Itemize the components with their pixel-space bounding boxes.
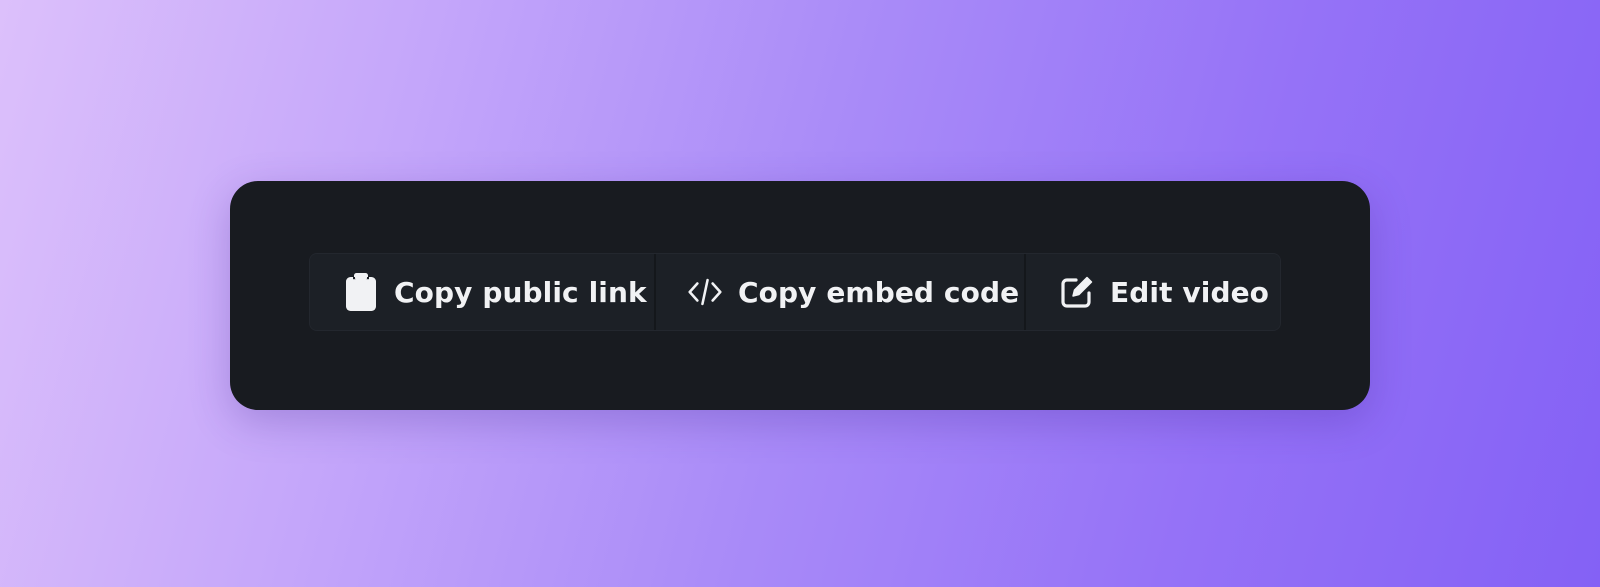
copy-public-link-label: Copy public link <box>394 275 647 309</box>
edit-icon <box>1060 275 1094 309</box>
clipboard-icon <box>344 273 378 311</box>
copy-public-link-button[interactable]: Copy public link <box>310 254 654 330</box>
copy-embed-code-button[interactable]: Copy embed code <box>654 254 1024 330</box>
edit-video-label: Edit video <box>1110 275 1270 309</box>
share-toolbar: Copy public link Copy embed code Edit vi… <box>309 253 1281 331</box>
code-icon <box>688 275 722 309</box>
edit-video-button[interactable]: Edit video <box>1024 254 1280 330</box>
share-card: Copy public link Copy embed code Edit vi… <box>230 181 1370 410</box>
copy-embed-code-label: Copy embed code <box>738 275 1020 309</box>
